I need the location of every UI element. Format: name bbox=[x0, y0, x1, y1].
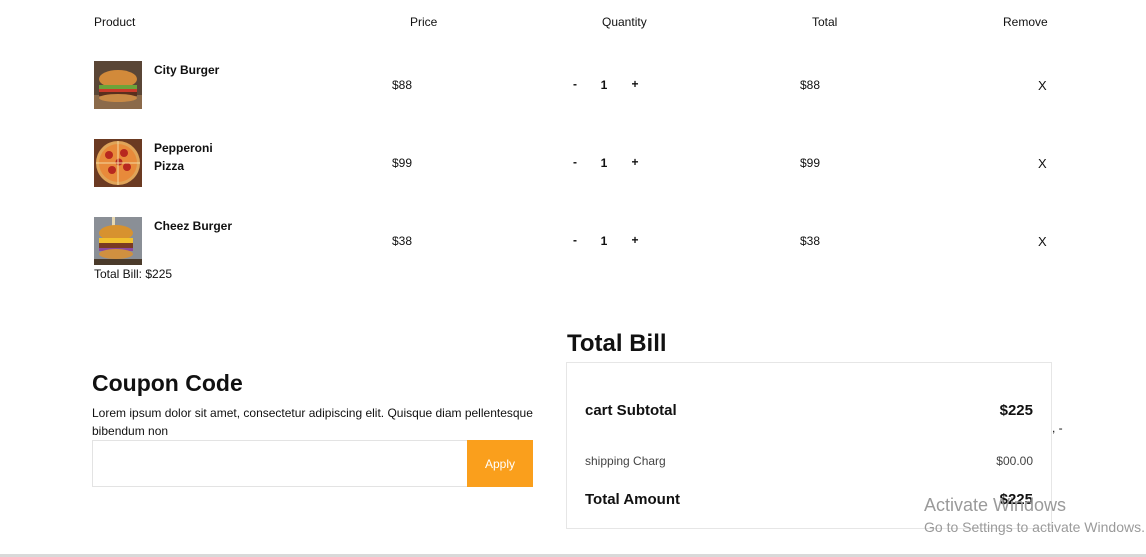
cart-total-bill: Total Bill: $225 bbox=[94, 267, 173, 281]
shipping-value: $00.00 bbox=[996, 454, 1033, 468]
header-total: Total bbox=[812, 15, 838, 29]
apply-coupon-button[interactable]: Apply bbox=[467, 440, 533, 487]
row-total: $99 bbox=[800, 156, 821, 170]
product-name: City Burger bbox=[154, 63, 220, 77]
decrease-quantity-button[interactable]: - bbox=[569, 155, 581, 169]
burger-image bbox=[94, 61, 142, 109]
increase-quantity-button[interactable]: + bbox=[629, 233, 641, 247]
decrease-quantity-button[interactable]: - bbox=[569, 77, 581, 91]
header-quantity: Quantity bbox=[602, 15, 647, 29]
shipping-label: shipping Charg bbox=[585, 454, 666, 468]
product-name: Cheez Burger bbox=[154, 219, 233, 233]
subtotal-label: cart Subtotal bbox=[585, 402, 677, 419]
product-price: $99 bbox=[392, 156, 413, 170]
quantity-value: 1 bbox=[600, 78, 608, 92]
quantity-value: 1 bbox=[600, 234, 608, 248]
product-name: Pepperoni Pizza bbox=[154, 141, 213, 173]
activate-windows-hint: Go to Settings to activate Windows. bbox=[924, 519, 1145, 535]
coupon-title: Coupon Code bbox=[92, 370, 243, 396]
increase-quantity-button[interactable]: + bbox=[629, 77, 641, 91]
remove-item-button[interactable]: X bbox=[1038, 78, 1047, 93]
stray-mark: , - bbox=[1052, 421, 1063, 435]
row-total: $88 bbox=[800, 78, 821, 92]
activate-windows-watermark: Activate Windows bbox=[924, 495, 1067, 515]
subtotal-value: $225 bbox=[999, 402, 1033, 419]
cheese-burger-image bbox=[94, 217, 142, 265]
pizza-image bbox=[94, 139, 142, 187]
remove-item-button[interactable]: X bbox=[1038, 156, 1047, 171]
decrease-quantity-button[interactable]: - bbox=[569, 233, 581, 247]
remove-item-button[interactable]: X bbox=[1038, 234, 1047, 249]
product-price: $88 bbox=[392, 78, 413, 92]
coupon-code-input[interactable] bbox=[92, 440, 467, 487]
total-amount-label: Total Amount bbox=[585, 491, 680, 508]
coupon-description: Lorem ipsum dolor sit amet, consectetur … bbox=[92, 406, 533, 438]
increase-quantity-button[interactable]: + bbox=[629, 155, 641, 169]
product-price: $38 bbox=[392, 234, 413, 248]
row-total: $38 bbox=[800, 234, 821, 248]
header-product: Product bbox=[94, 15, 136, 29]
header-remove: Remove bbox=[1003, 15, 1048, 29]
quantity-value: 1 bbox=[600, 156, 608, 170]
header-price: Price bbox=[410, 15, 438, 29]
total-bill-title: Total Bill bbox=[567, 330, 667, 357]
